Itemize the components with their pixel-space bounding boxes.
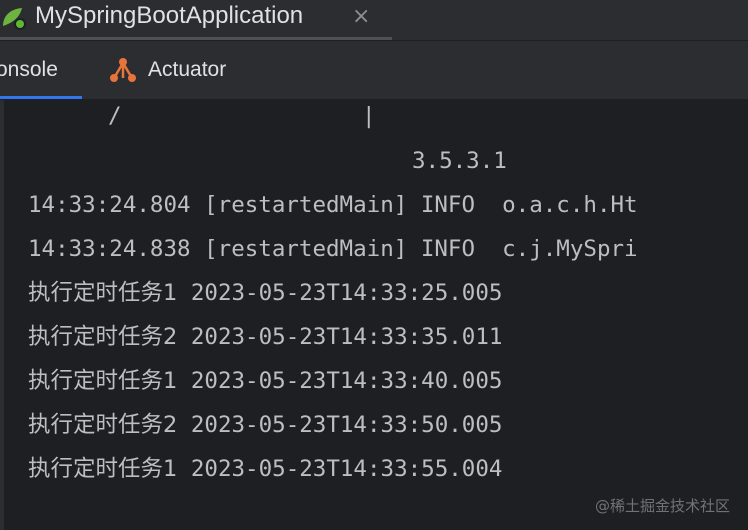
task-line-prefix: 执行定时任务2: [28, 324, 178, 350]
task-line-prefix: 执行定时任务1: [28, 368, 178, 394]
tab-actuator[interactable]: Actuator: [108, 41, 258, 99]
task-line-prefix: 执行定时任务1: [28, 456, 178, 482]
log-line: 14:33:24.838 [restartedMain] INFO c.j.My…: [28, 236, 638, 262]
run-config-tab[interactable]: MySpringBootApplication ×: [0, 0, 392, 40]
close-icon[interactable]: ×: [352, 4, 370, 30]
spring-boot-run-icon: [3, 8, 26, 30]
banner-fragment-pipe: |: [362, 103, 376, 129]
task-line-time: 2023-05-23T14:33:55.004: [190, 456, 503, 482]
task-line-prefix: 执行定时任务1: [28, 280, 178, 306]
actuator-icon: [110, 58, 136, 82]
banner-fragment-slash: /: [108, 103, 122, 129]
task-line-time: 2023-05-23T14:33:40.005: [190, 368, 503, 394]
run-config-title: MySpringBootApplication: [35, 2, 304, 29]
ide-window: MySpringBootApplication × onsole Actuato…: [0, 0, 748, 530]
task-line: 执行定时任务1 2023-05-23T14:33:40.005: [28, 366, 502, 396]
tab-console-label: onsole: [0, 58, 58, 81]
console-gutter: [0, 100, 4, 530]
source-watermark: @稀土掘金技术社区: [594, 497, 730, 515]
task-line: 执行定时任务1 2023-05-23T14:33:25.005: [28, 278, 502, 308]
task-line: 执行定时任务2 2023-05-23T14:33:35.011: [28, 322, 502, 352]
tab-actuator-label: Actuator: [148, 58, 227, 81]
task-line-time: 2023-05-23T14:33:50.005: [190, 412, 503, 438]
task-line-prefix: 执行定时任务2: [28, 412, 178, 438]
task-line-time: 2023-05-23T14:33:35.011: [190, 324, 503, 350]
run-tool-window-header: MySpringBootApplication ×: [0, 0, 748, 40]
console-output[interactable]: / | 3.5.3.1 14:33:24.804 [restartedMain]…: [0, 100, 748, 530]
log-line: 14:33:24.804 [restartedMain] INFO o.a.c.…: [28, 192, 638, 218]
tab-console[interactable]: onsole: [0, 41, 82, 99]
banner-version: 3.5.3.1: [412, 148, 507, 174]
task-line-time: 2023-05-23T14:33:25.005: [190, 280, 503, 306]
task-line: 执行定时任务2 2023-05-23T14:33:50.005: [28, 410, 502, 440]
task-line: 执行定时任务1 2023-05-23T14:33:55.004: [28, 454, 502, 484]
run-panel-tabs: onsole Actuator: [0, 41, 748, 99]
